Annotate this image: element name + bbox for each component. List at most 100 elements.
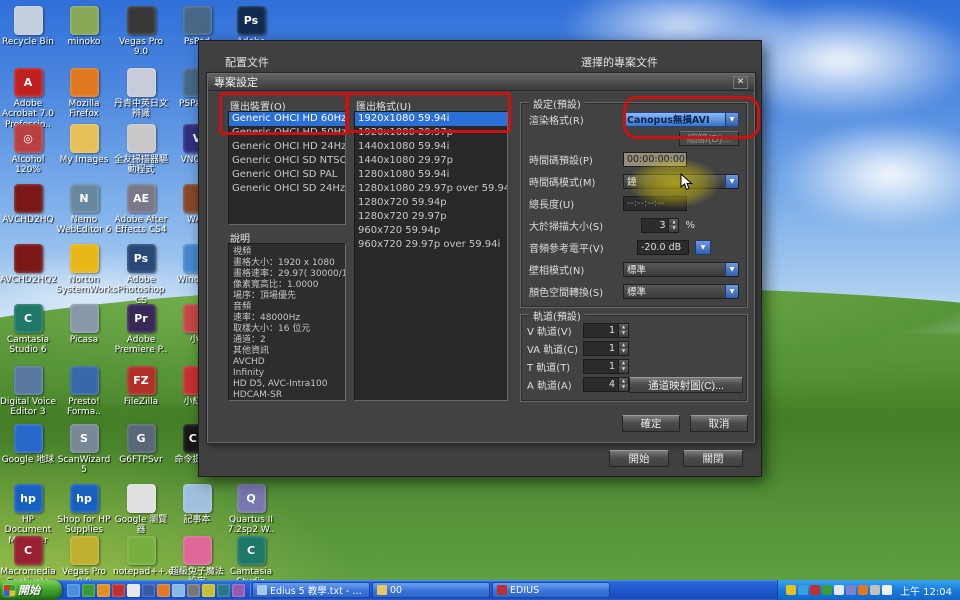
dialog-titlebar[interactable]: 專案設定 ✕ <box>208 74 754 91</box>
quicklaunch-icon[interactable] <box>202 584 215 597</box>
quicklaunch-icon[interactable] <box>232 584 245 597</box>
device-list[interactable]: Generic OHCI HD 60Hz Generic OHCI HD 50H… <box>228 111 346 225</box>
cancel-button[interactable]: 取消 <box>690 415 748 432</box>
format-list-item[interactable]: 960x720 59.94p <box>355 224 507 238</box>
track-count-stepper[interactable]: 4 ▲▼ <box>583 377 629 392</box>
desktop-icon[interactable]: Presto! Forma.. <box>56 366 112 418</box>
detail-button[interactable]: 細節(D)... <box>679 131 739 146</box>
format-list-item[interactable]: 1440x1080 59.94i <box>355 140 507 154</box>
desktop-icon[interactable]: minoko <box>56 6 112 47</box>
format-list-item[interactable]: 1280x720 59.94p <box>355 196 507 210</box>
colorspace-select[interactable]: 標準 ▼ <box>623 284 739 299</box>
tray-icon[interactable] <box>834 585 844 595</box>
quicklaunch-icon[interactable] <box>127 584 140 597</box>
desktop-icon[interactable]: hp Shop for HP Supplies <box>56 484 112 536</box>
tray-icon[interactable] <box>798 585 808 595</box>
quicklaunch-icon[interactable] <box>157 584 170 597</box>
overscan-stepper[interactable]: 3 ▲▼ <box>641 218 679 233</box>
quicklaunch-icon[interactable] <box>172 584 185 597</box>
format-list-item[interactable]: 1280x1080 29.97p over 59.94i <box>355 182 507 196</box>
quicklaunch-icon[interactable] <box>82 584 95 597</box>
device-list-item[interactable]: Generic OHCI SD 24Hz <box>229 182 345 196</box>
tc-mode-select[interactable]: 鐘 ▼ <box>623 174 739 189</box>
desktop-icon[interactable]: Norton SystemWorks <box>56 244 112 296</box>
tc-preset-field[interactable]: 00:00:00:00 <box>623 152 687 167</box>
taskbar-task-button[interactable]: 00 <box>372 582 490 598</box>
format-list[interactable]: 1920x1080 59.94i 1920x1080 29.97p 1440x1… <box>354 111 508 401</box>
start-button[interactable]: 開始 <box>0 580 62 600</box>
desktop-icon[interactable]: 記事本 <box>169 484 225 525</box>
desktop-icon[interactable]: 全友掃描器驅動程式 <box>113 124 169 176</box>
desktop-icon[interactable]: S ScanWizard 5 <box>56 424 112 476</box>
format-list-item[interactable]: 960x720 29.97p over 59.94i <box>355 238 507 252</box>
desktop-icon[interactable]: Picasa <box>56 304 112 345</box>
render-format-select[interactable]: Canopus無損AVI ▼ <box>623 112 739 127</box>
desktop-icon-image: S <box>70 424 99 453</box>
start-project-button[interactable]: 開始 <box>609 450 669 467</box>
desktop-icon[interactable]: ◎ Alcohol 120% <box>0 124 56 176</box>
channel-map-button[interactable]: 通道映射圖(C)... <box>629 377 743 393</box>
tray-icon[interactable] <box>822 585 832 595</box>
tray-icon[interactable] <box>786 585 796 595</box>
quicklaunch-icon[interactable] <box>97 584 110 597</box>
desktop-icon[interactable]: C Camtasia Studio 6 <box>0 304 56 356</box>
desktop-icon[interactable]: My Images <box>56 124 112 165</box>
desktop-icon-image <box>14 6 43 35</box>
desktop-icon[interactable]: Recycle Bin <box>0 6 56 47</box>
tray-icon[interactable] <box>810 585 820 595</box>
quicklaunch-icon[interactable] <box>217 584 230 597</box>
tray-icon[interactable] <box>882 585 892 595</box>
spin-down-icon[interactable]: ▼ <box>619 348 628 355</box>
spin-down-icon[interactable]: ▼ <box>619 366 628 373</box>
desktop-icon[interactable]: Q Quartus II 7.2sp2 W.. <box>223 484 279 536</box>
format-list-item[interactable]: 1920x1080 59.94i <box>355 112 507 126</box>
spin-down-icon[interactable]: ▼ <box>619 330 628 337</box>
track-count-stepper[interactable]: 1 ▲▼ <box>583 323 629 338</box>
device-list-item[interactable]: Generic OHCI SD PAL <box>229 168 345 182</box>
desktop-icon[interactable]: notepad++.exe <box>113 536 169 577</box>
audio-ref-dropdown-icon[interactable]: ▼ <box>695 240 711 255</box>
clock[interactable]: 上午 12:04 <box>900 583 952 598</box>
format-list-item[interactable]: 1920x1080 29.97p <box>355 126 507 140</box>
desktop-icon[interactable]: Vegas Pro 9.0 <box>113 6 169 58</box>
track-count-stepper[interactable]: 1 ▲▼ <box>583 359 629 374</box>
desktop-icon[interactable]: Pr Adobe Premiere P.. <box>113 304 169 356</box>
tray-icon[interactable] <box>846 585 856 595</box>
device-list-item[interactable]: Generic OHCI SD NTSC <box>229 154 345 168</box>
desktop-icon[interactable]: 丹青中英日文辨識 <box>113 68 169 120</box>
spin-down-icon[interactable]: ▼ <box>619 384 628 391</box>
desktop-icon[interactable]: A Adobe Acrobat 7.0 Professio.. <box>0 68 56 130</box>
tray-icon[interactable] <box>858 585 868 595</box>
desktop-icon[interactable]: Ps Adobe Photoshop CS <box>113 244 169 306</box>
quicklaunch-icon[interactable] <box>187 584 200 597</box>
format-list-item[interactable]: 1280x1080 59.94i <box>355 168 507 182</box>
desktop-icon[interactable]: Mozilla Firefox <box>56 68 112 120</box>
desktop-icon[interactable]: N Nemo WebEditor 6 <box>56 184 112 236</box>
desktop-icon[interactable]: FZ FileZilla <box>113 366 169 407</box>
device-list-item[interactable]: Generic OHCI HD 50Hz <box>229 126 345 140</box>
desktop-icon[interactable]: G G6FTPSvr <box>113 424 169 465</box>
desktop-icon[interactable]: AE Adobe After Effects CS4 <box>113 184 169 236</box>
track-count-stepper[interactable]: 1 ▲▼ <box>583 341 629 356</box>
resample-mode-select[interactable]: 標準 ▼ <box>623 262 739 277</box>
close-wizard-button[interactable]: 關閉 <box>683 450 743 467</box>
quicklaunch-icon[interactable] <box>142 584 155 597</box>
quicklaunch-icon[interactable] <box>112 584 125 597</box>
format-list-item[interactable]: 1440x1080 29.97p <box>355 154 507 168</box>
desktop-icon[interactable]: AVCHD2HQ <box>0 184 56 225</box>
audio-ref-field[interactable]: -20.0 dB <box>637 240 689 255</box>
device-list-item[interactable]: Generic OHCI HD 24Hz <box>229 140 345 154</box>
tray-icon[interactable] <box>870 585 880 595</box>
desktop-icon[interactable]: Google 瀏覽器 <box>113 484 169 536</box>
close-icon[interactable]: ✕ <box>733 76 748 89</box>
taskbar-task-button[interactable]: EDIUS <box>492 582 610 598</box>
spin-down-icon[interactable]: ▼ <box>669 225 678 232</box>
format-list-item[interactable]: 1280x720 29.97p <box>355 210 507 224</box>
quicklaunch-icon[interactable] <box>67 584 80 597</box>
desktop-icon[interactable]: Google 地球 <box>0 424 56 465</box>
device-list-item[interactable]: Generic OHCI HD 60Hz <box>229 112 345 126</box>
taskbar-task-button[interactable]: Edius 5 教學.txt - 記.. <box>252 582 370 598</box>
desktop-icon[interactable]: Digital Voice Editor 3 <box>0 366 56 418</box>
desktop-icon[interactable]: AVCHD2HQ2 <box>0 244 56 285</box>
ok-button[interactable]: 確定 <box>622 415 680 432</box>
